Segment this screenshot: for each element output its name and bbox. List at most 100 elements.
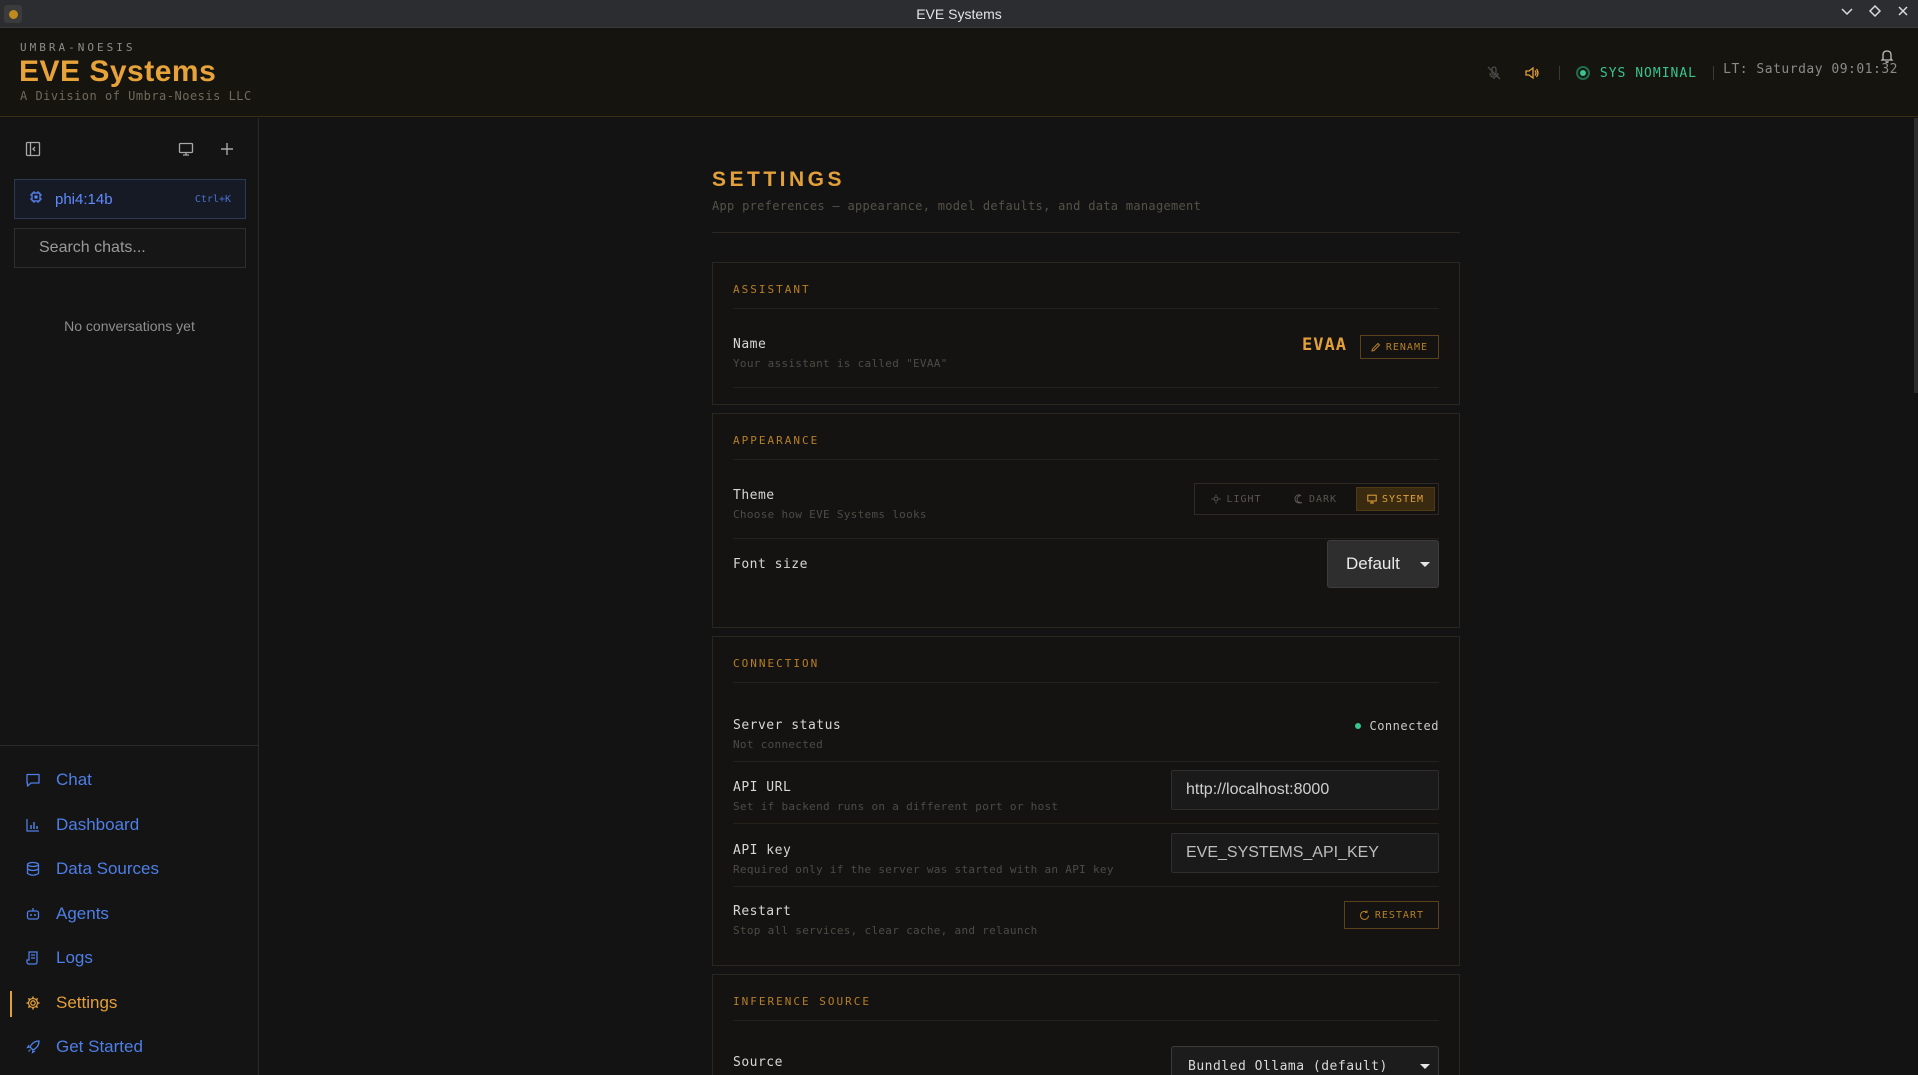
refresh-icon xyxy=(1359,910,1369,920)
bar-chart-icon xyxy=(24,816,42,834)
close-icon[interactable] xyxy=(1894,4,1912,22)
nav-label: Agents xyxy=(56,903,109,923)
theme-option-light[interactable]: LIGHT xyxy=(1198,487,1275,511)
monitor-icon xyxy=(1367,494,1377,504)
collapse-sidebar-icon[interactable] xyxy=(22,138,44,160)
status-dot-icon xyxy=(1575,66,1590,80)
division-label: A Division of Umbra-Noesis LLC xyxy=(20,89,252,103)
minimize-chevron-icon[interactable] xyxy=(1838,4,1856,22)
nav-item-dashboard[interactable]: Dashboard xyxy=(0,803,259,848)
main-nav: Chat Dashboard Data Sources Agents Logs xyxy=(0,758,259,1070)
api-key-input[interactable] xyxy=(1171,833,1439,873)
section-label: APPEARANCE xyxy=(733,434,820,447)
inference-source-value: Bundled Ollama (default) xyxy=(1188,1058,1388,1074)
inference-source-select[interactable]: Bundled Ollama (default) xyxy=(1171,1046,1439,1075)
main-scrollbar[interactable] xyxy=(1914,118,1918,393)
section-label: CONNECTION xyxy=(733,657,820,670)
row-title: Server status xyxy=(733,718,842,733)
row-desc: Required only if the server was started … xyxy=(733,863,1114,876)
speaker-icon[interactable] xyxy=(1521,62,1543,84)
nav-label: Data Sources xyxy=(56,859,159,879)
nav-label: Logs xyxy=(56,948,93,968)
page-subtitle: App preferences — appearance, model defa… xyxy=(712,199,1202,213)
model-shortcut: Ctrl+K xyxy=(194,193,231,205)
appearance-card: APPEARANCE Theme Choose how EVE Systems … xyxy=(712,413,1460,628)
local-time-clock: LT: Saturday 09:01:32 xyxy=(1723,62,1898,77)
app-icon xyxy=(4,5,22,23)
source-row: Source Bundled Ollama (default) xyxy=(733,1046,1439,1075)
settings-page: SETTINGS App preferences — appearance, m… xyxy=(260,118,1914,1075)
theme-option-dark[interactable]: DARK xyxy=(1277,487,1354,511)
sidebar: phi4:14b Ctrl+K No conversations yet Cha… xyxy=(0,118,259,1075)
bell-icon[interactable] xyxy=(1876,45,1898,67)
model-name: phi4:14b xyxy=(55,190,113,208)
model-selector-button[interactable]: phi4:14b Ctrl+K xyxy=(14,179,246,219)
system-status-label: SYS NOMINAL xyxy=(1599,65,1697,81)
connection-status-label: Connected xyxy=(1369,719,1439,733)
nav-item-agents[interactable]: Agents xyxy=(0,892,259,937)
status-dot-icon xyxy=(1355,723,1362,729)
nav-item-data-sources[interactable]: Data Sources xyxy=(0,847,259,892)
window-title: EVE Systems xyxy=(916,5,1002,22)
nav-item-get-started[interactable]: Get Started xyxy=(0,1025,259,1070)
brand-title: EVE Systems xyxy=(19,55,217,88)
rename-button[interactable]: RENAME xyxy=(1359,335,1439,359)
inference-source-card: INFERENCE SOURCE Source Bundled Ollama (… xyxy=(712,974,1460,1075)
database-icon xyxy=(24,860,42,878)
theme-row: Theme Choose how EVE Systems looks LIGHT… xyxy=(733,483,1439,548)
nav-item-chat[interactable]: Chat xyxy=(0,758,259,803)
restart-row: Restart Stop all services, clear cache, … xyxy=(733,901,1439,954)
row-title: Theme xyxy=(733,488,775,503)
api-key-row: API key Required only if the server was … xyxy=(733,833,1439,893)
robot-icon xyxy=(24,905,42,923)
assistant-card: ASSISTANT Name Your assistant is called … xyxy=(712,262,1460,405)
assistant-name-row: Name Your assistant is called "EVAA" EVA… xyxy=(733,335,1439,397)
section-label: INFERENCE SOURCE xyxy=(733,995,871,1008)
chevron-down-icon xyxy=(1420,1064,1430,1069)
row-title: API key xyxy=(733,843,792,858)
new-chat-plus-icon[interactable] xyxy=(216,138,238,160)
server-status-row: Server status Not connected Connected xyxy=(733,718,1439,768)
assistant-name-value: EVAA xyxy=(1302,335,1347,355)
empty-conversations-note: No conversations yet xyxy=(64,318,195,334)
scroll-icon xyxy=(24,949,42,967)
font-size-select[interactable]: Default xyxy=(1327,540,1439,588)
search-chats-input[interactable] xyxy=(14,228,246,268)
nav-label: Get Started xyxy=(56,1037,143,1057)
theme-segmented-control: LIGHT DARK SYSTEM xyxy=(1194,483,1439,515)
font-size-value: Default xyxy=(1346,554,1400,573)
chat-bubble-icon xyxy=(24,771,42,789)
theme-option-label: SYSTEM xyxy=(1381,493,1425,505)
api-url-input[interactable] xyxy=(1171,770,1439,810)
api-url-row: API URL Set if backend runs on a differe… xyxy=(733,770,1439,830)
app-header: UMBRA-NOESIS EVE Systems A Division of U… xyxy=(0,29,1918,117)
row-title: API URL xyxy=(733,780,792,795)
restart-button[interactable]: RESTART xyxy=(1343,901,1439,929)
rename-label: RENAME xyxy=(1385,341,1428,353)
nav-label: Dashboard xyxy=(56,814,140,834)
maximize-diamond-icon[interactable] xyxy=(1866,4,1884,22)
nav-item-settings[interactable]: Settings xyxy=(0,981,259,1026)
nav-label: Settings xyxy=(56,992,118,1012)
org-label: UMBRA-NOESIS xyxy=(20,41,136,54)
row-title: Name xyxy=(733,337,767,352)
chevron-down-icon xyxy=(1420,562,1430,567)
monitor-icon[interactable] xyxy=(175,138,197,160)
moon-icon xyxy=(1294,494,1303,504)
row-title: Restart xyxy=(733,904,792,919)
theme-option-label: DARK xyxy=(1308,493,1338,505)
font-size-row: Font size Default xyxy=(733,540,1439,610)
rocket-icon xyxy=(24,1038,42,1056)
gear-icon xyxy=(24,994,42,1012)
mic-off-icon[interactable] xyxy=(1483,62,1505,84)
sun-icon xyxy=(1211,494,1221,504)
row-title: Source xyxy=(733,1055,783,1070)
row-desc: Stop all services, clear cache, and rela… xyxy=(733,924,1038,937)
pencil-icon xyxy=(1371,342,1381,352)
connection-status: Connected xyxy=(1355,719,1439,733)
section-label: ASSISTANT xyxy=(733,283,811,296)
restart-label: RESTART xyxy=(1374,909,1424,921)
nav-item-logs[interactable]: Logs xyxy=(0,936,259,981)
theme-option-system[interactable]: SYSTEM xyxy=(1356,487,1435,511)
nav-label: Chat xyxy=(56,770,92,790)
